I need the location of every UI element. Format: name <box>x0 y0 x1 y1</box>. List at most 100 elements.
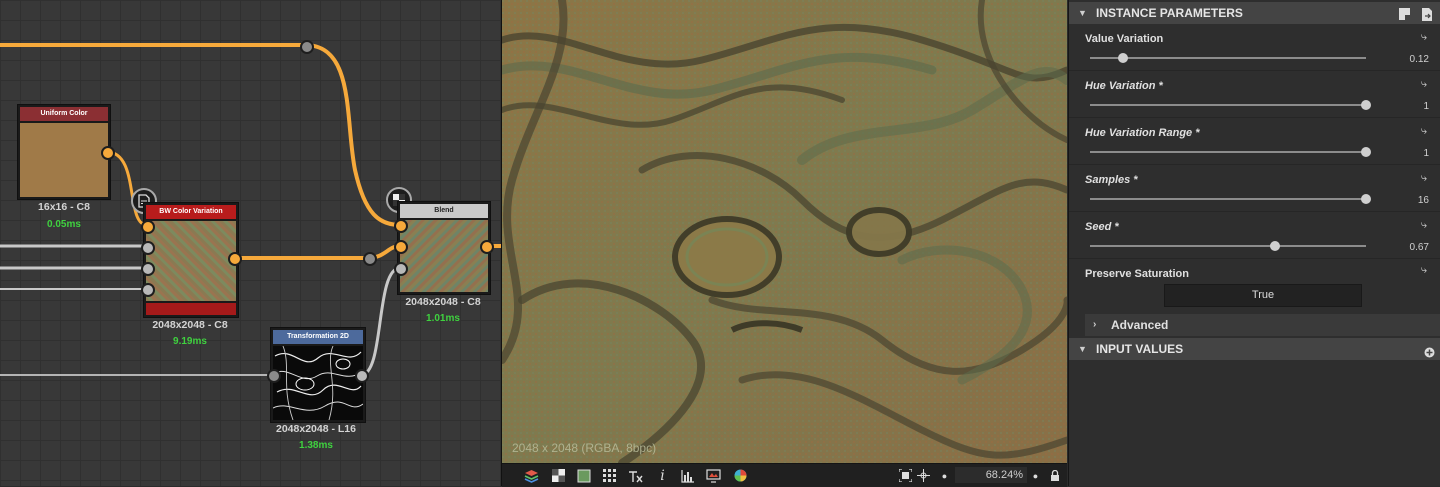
param-value[interactable]: 16 <box>1418 195 1429 206</box>
viewport-2d[interactable]: 2048 x 2048 (RGBA, 8bpc) <box>502 0 1067 463</box>
zoom-in-icon[interactable]: ● <box>1028 468 1043 483</box>
node-thumbnail <box>400 220 488 292</box>
node-footer <box>146 303 236 315</box>
node-time: 1.01ms <box>426 313 460 324</box>
param-row: Value Variation ⤷ 0.12 <box>1069 24 1440 71</box>
node-thumbnail <box>146 221 236 301</box>
param-value[interactable]: 0.67 <box>1410 242 1429 253</box>
param-label: Samples * <box>1085 174 1138 186</box>
checker-icon[interactable] <box>551 468 566 483</box>
input-port[interactable] <box>394 219 408 233</box>
tiling-icon[interactable] <box>628 468 643 483</box>
param-slider-track[interactable] <box>1090 151 1366 153</box>
node-graph-panel[interactable]: Uniform Color 16x16 - C8 0.05ms BW Color… <box>0 0 501 486</box>
param-slider-handle[interactable] <box>1361 147 1371 157</box>
param-slider-handle[interactable] <box>1361 100 1371 110</box>
param-slider-track[interactable] <box>1090 104 1366 106</box>
param-slider-track[interactable] <box>1090 245 1366 247</box>
chevron-down-icon: ▼ <box>1078 344 1087 354</box>
node-transformation-2d[interactable]: Transformation 2D <box>271 328 365 422</box>
add-icon[interactable] <box>1424 343 1435 365</box>
node-resolution: 2048x2048 - L16 <box>276 423 356 435</box>
param-label: Value Variation <box>1085 33 1164 45</box>
info-icon[interactable]: i <box>655 468 670 484</box>
output-port[interactable] <box>228 252 242 266</box>
instance-parameters-header[interactable]: ▼ INSTANCE PARAMETERS <box>1069 2 1440 24</box>
center-icon[interactable] <box>916 468 931 483</box>
advanced-group[interactable]: › Advanced <box>1085 314 1440 336</box>
histogram-icon[interactable] <box>680 468 695 483</box>
param-row: Seed * ⤷ 0.67 <box>1069 212 1440 259</box>
node-resolution: 16x16 - C8 <box>38 201 90 213</box>
reset-icon[interactable]: ⤷ <box>1421 264 1427 277</box>
param-slider-track[interactable] <box>1090 198 1366 200</box>
viewport-texture <box>502 0 1067 463</box>
zoom-out-icon[interactable]: ● <box>937 468 952 483</box>
wire-dot[interactable] <box>300 40 314 54</box>
reset-icon[interactable]: ⤷ <box>1421 125 1427 138</box>
reset-icon[interactable]: ⤷ <box>1421 78 1427 91</box>
param-value[interactable]: 1 <box>1423 148 1429 159</box>
input-port[interactable] <box>394 262 408 276</box>
display-icon[interactable] <box>706 468 721 483</box>
node-title: Transformation 2D <box>273 330 363 344</box>
param-slider-handle[interactable] <box>1361 194 1371 204</box>
param-label: Hue Variation * <box>1085 80 1163 92</box>
viewport-resolution-info: 2048 x 2048 (RGBA, 8bpc) <box>512 441 657 455</box>
input-port[interactable] <box>267 369 281 383</box>
node-title: Blend <box>400 204 488 218</box>
reset-icon[interactable]: ⤷ <box>1421 219 1427 232</box>
param-row: Hue Variation * ⤷ 1 <box>1069 71 1440 118</box>
input-port[interactable] <box>141 241 155 255</box>
param-slider-handle[interactable] <box>1269 241 1280 251</box>
lock-icon[interactable] <box>1047 468 1062 483</box>
param-row: Samples * ⤷ 16 <box>1069 165 1440 212</box>
param-row: Hue Variation Range * ⤷ 1 <box>1069 118 1440 165</box>
node-uniform-color[interactable]: Uniform Color <box>18 105 110 199</box>
layers-icon[interactable] <box>524 468 539 483</box>
node-title: BW Color Variation <box>146 205 236 219</box>
section-title: INPUT VALUES <box>1096 342 1184 356</box>
section-title: INSTANCE PARAMETERS <box>1096 6 1243 20</box>
node-resolution: 2048x2048 - C8 <box>405 296 481 308</box>
param-slider-handle[interactable] <box>1118 53 1129 63</box>
preserve-saturation-label: Preserve Saturation <box>1085 268 1189 280</box>
output-port[interactable] <box>101 146 115 160</box>
reset-icon[interactable]: ⤷ <box>1421 172 1427 185</box>
wire-dot[interactable] <box>363 252 377 266</box>
param-value[interactable]: 1 <box>1423 101 1429 112</box>
node-time: 1.38ms <box>299 440 333 451</box>
fit-icon[interactable] <box>898 468 913 483</box>
zoom-level-field[interactable]: 68.24% <box>955 467 1027 483</box>
channel-icon[interactable] <box>576 468 591 483</box>
node-resolution: 2048x2048 - C8 <box>152 319 228 331</box>
node-bw-color-variation[interactable]: BW Color Variation <box>144 203 238 317</box>
input-port[interactable] <box>141 220 155 234</box>
node-blend[interactable]: Blend <box>398 202 490 294</box>
node-thumbnail <box>20 123 108 197</box>
output-port[interactable] <box>480 240 494 254</box>
chevron-down-icon: ▼ <box>1078 8 1087 18</box>
viewport-toolbar: i ● 68.24% ● <box>502 463 1067 487</box>
preserve-saturation-toggle[interactable]: True <box>1164 284 1362 307</box>
output-port[interactable] <box>355 369 369 383</box>
param-value[interactable]: 0.12 <box>1410 54 1429 65</box>
node-thumbnail <box>273 346 363 420</box>
node-title: Uniform Color <box>20 107 108 121</box>
param-label: Hue Variation Range * <box>1085 127 1200 139</box>
node-time: 0.05ms <box>47 219 81 230</box>
chevron-right-icon: › <box>1093 319 1097 330</box>
properties-panel: ▼ INSTANCE PARAMETERS Value Variation ⤷ 0.… <box>1068 0 1440 486</box>
input-values-header[interactable]: ▼ INPUT VALUES <box>1069 338 1440 360</box>
input-port[interactable] <box>141 262 155 276</box>
input-port[interactable] <box>394 240 408 254</box>
param-slider-track[interactable] <box>1090 57 1366 59</box>
node-time: 9.19ms <box>173 336 207 347</box>
preserve-saturation-row: Preserve Saturation ⤷ True <box>1069 262 1440 312</box>
input-port[interactable] <box>141 283 155 297</box>
advanced-label: Advanced <box>1111 318 1169 332</box>
color-wheel-icon[interactable] <box>733 468 748 483</box>
reset-icon[interactable]: ⤷ <box>1421 31 1427 44</box>
param-label: Seed * <box>1085 221 1119 233</box>
grid-icon[interactable] <box>602 468 617 483</box>
